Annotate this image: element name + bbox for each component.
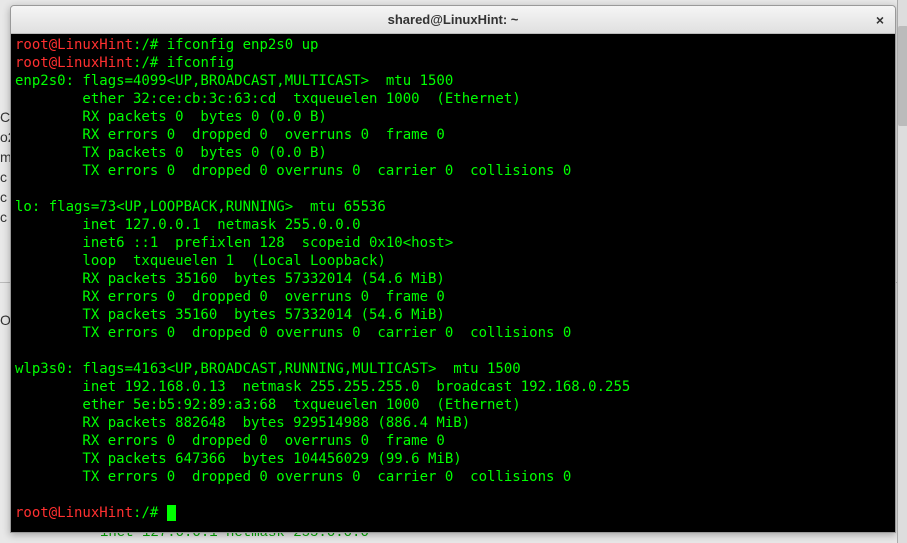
iface-enp2s0-rxe: RX errors 0 dropped 0 overruns 0 frame 0	[15, 127, 445, 143]
prompt-path: :/#	[133, 55, 167, 71]
prompt-user: root@LinuxHint	[15, 37, 133, 53]
prompt-user: root@LinuxHint	[15, 55, 133, 71]
iface-lo-rxp: RX packets 35160 bytes 57332014 (54.6 Mi…	[15, 271, 445, 287]
prompt-path: :/#	[133, 37, 167, 53]
cursor	[167, 505, 176, 521]
terminal-window: shared@LinuxHint: ~ × root@LinuxHint:/# …	[10, 5, 896, 533]
iface-enp2s0-rxp: RX packets 0 bytes 0 (0.0 B)	[15, 109, 327, 125]
iface-enp2s0-txe: TX errors 0 dropped 0 overruns 0 carrier…	[15, 163, 571, 179]
prompt-path: :/#	[133, 505, 167, 521]
iface-lo-txp: TX packets 35160 bytes 57332014 (54.6 Mi…	[15, 307, 445, 323]
iface-wlp3s0-ether: ether 5e:b5:92:89:a3:68 txqueuelen 1000 …	[15, 397, 521, 413]
iface-wlp3s0-txe: TX errors 0 dropped 0 overruns 0 carrier…	[15, 469, 571, 485]
command-1: ifconfig enp2s0 up	[167, 37, 319, 53]
iface-lo-loop: loop txqueuelen 1 (Local Loopback)	[15, 253, 386, 269]
window-title: shared@LinuxHint: ~	[388, 12, 519, 27]
prompt-user: root@LinuxHint	[15, 505, 133, 521]
iface-wlp3s0-txp: TX packets 647366 bytes 104456029 (99.6 …	[15, 451, 462, 467]
scrollbar[interactable]	[897, 0, 907, 543]
iface-wlp3s0-header: wlp3s0: flags=4163<UP,BROADCAST,RUNNING,…	[15, 361, 521, 377]
titlebar[interactable]: shared@LinuxHint: ~ ×	[11, 6, 895, 34]
terminal-output[interactable]: root@LinuxHint:/# ifconfig enp2s0 up roo…	[11, 34, 895, 532]
iface-lo-inet6: inet6 ::1 prefixlen 128 scopeid 0x10<hos…	[15, 235, 453, 251]
iface-wlp3s0-inet: inet 192.168.0.13 netmask 255.255.255.0 …	[15, 379, 630, 395]
scrollbar-thumb[interactable]	[898, 26, 907, 126]
iface-wlp3s0-rxe: RX errors 0 dropped 0 overruns 0 frame 0	[15, 433, 445, 449]
iface-lo-rxe: RX errors 0 dropped 0 overruns 0 frame 0	[15, 289, 445, 305]
iface-enp2s0-header: enp2s0: flags=4099<UP,BROADCAST,MULTICAS…	[15, 73, 453, 89]
iface-lo-txe: TX errors 0 dropped 0 overruns 0 carrier…	[15, 325, 571, 341]
iface-lo-inet: inet 127.0.0.1 netmask 255.0.0.0	[15, 217, 361, 233]
iface-enp2s0-ether: ether 32:ce:cb:3c:63:cd txqueuelen 1000 …	[15, 91, 521, 107]
iface-wlp3s0-rxp: RX packets 882648 bytes 929514988 (886.4…	[15, 415, 470, 431]
iface-enp2s0-txp: TX packets 0 bytes 0 (0.0 B)	[15, 145, 327, 161]
close-icon[interactable]: ×	[871, 11, 889, 29]
iface-lo-header: lo: flags=73<UP,LOOPBACK,RUNNING> mtu 65…	[15, 199, 386, 215]
command-2: ifconfig	[167, 55, 234, 71]
